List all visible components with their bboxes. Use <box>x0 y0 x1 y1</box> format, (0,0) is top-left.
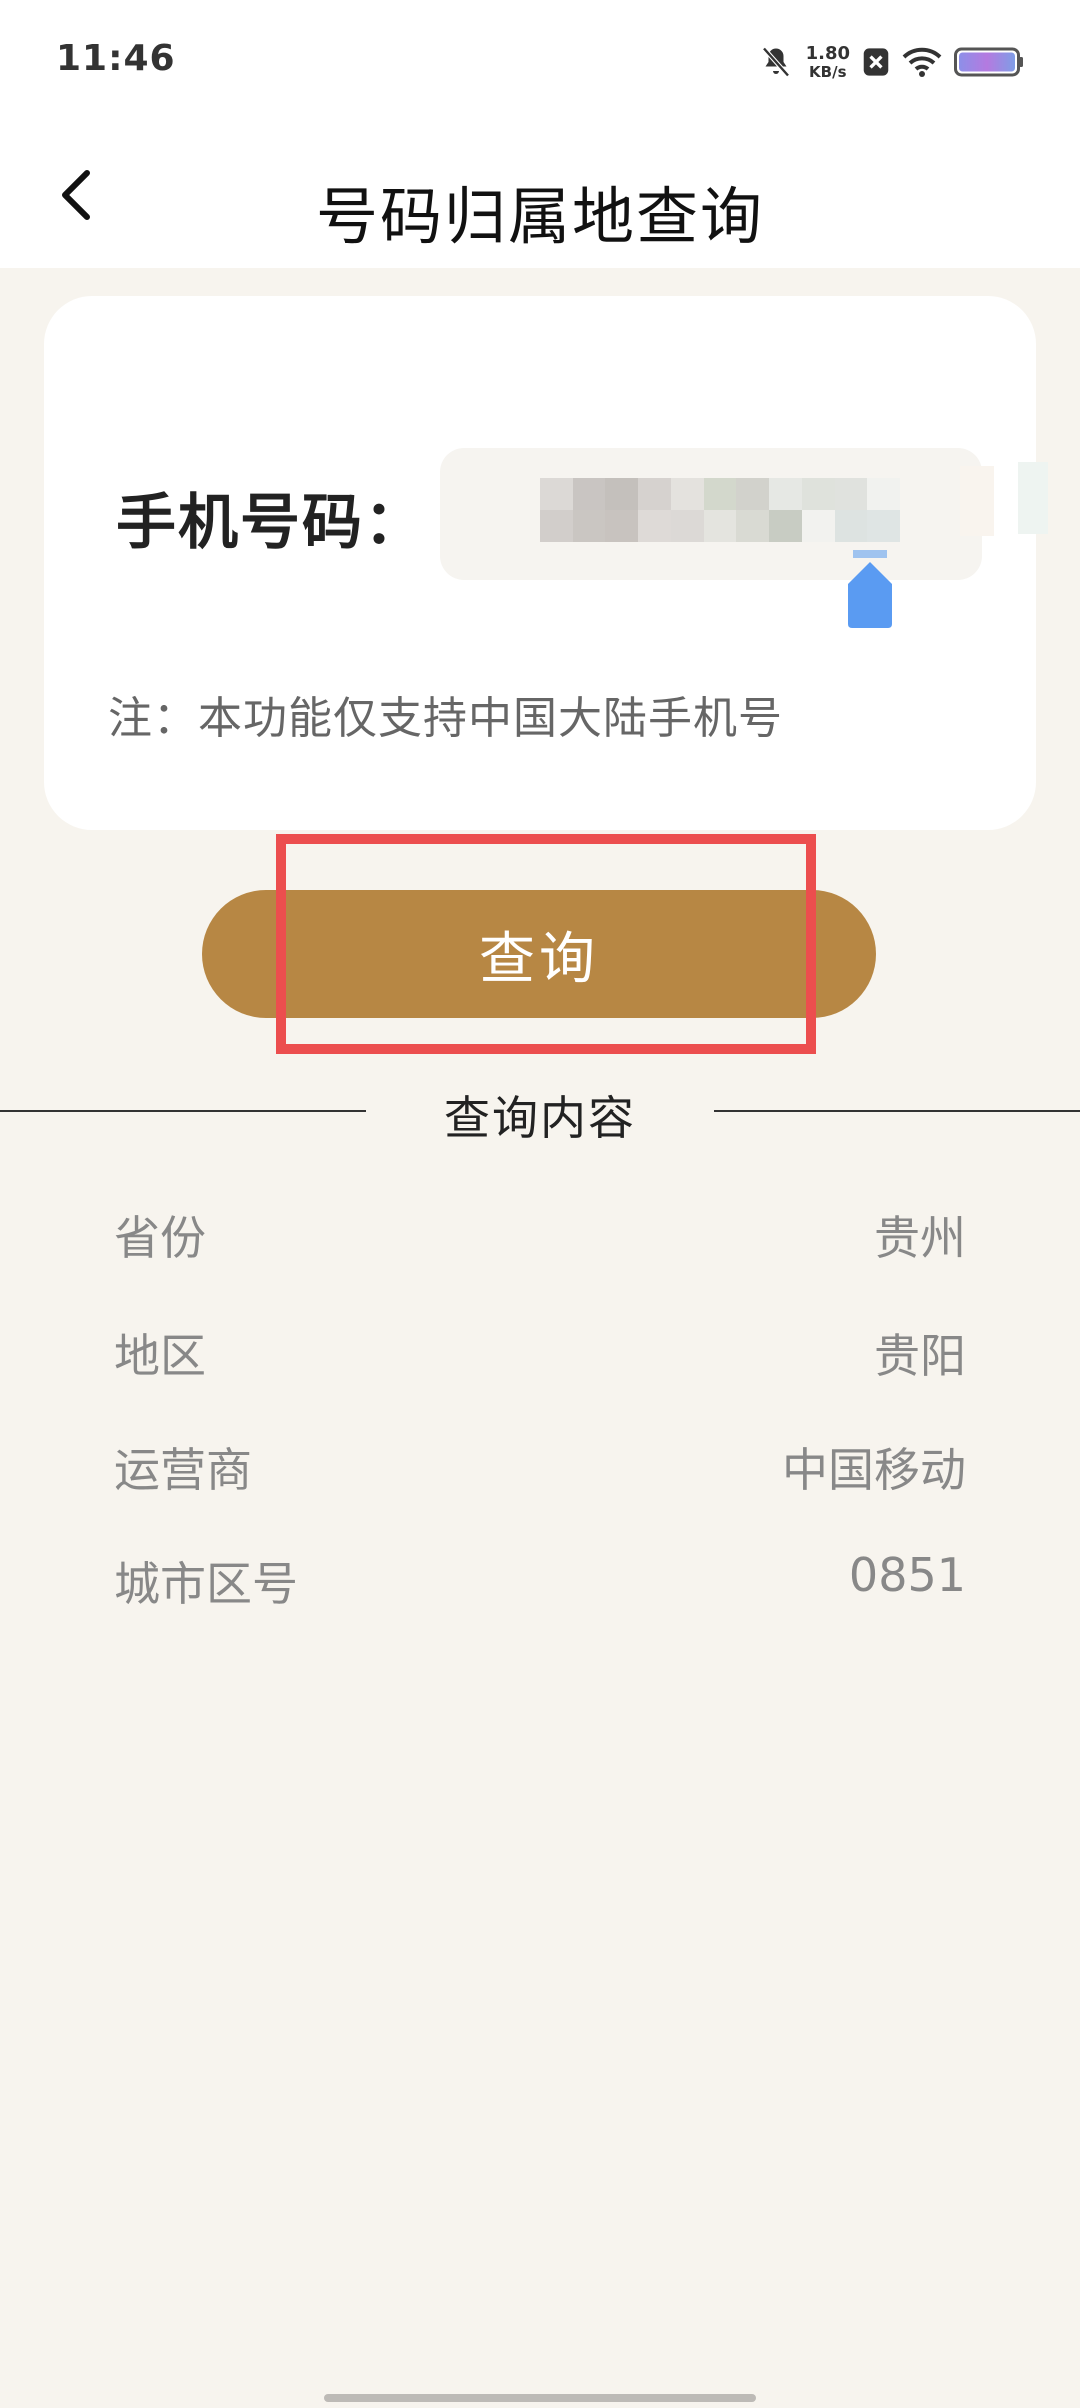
result-value: 0851 <box>848 1548 966 1602</box>
net-speed: 1.80 KB/s <box>805 42 850 81</box>
faint-artifact <box>960 466 994 536</box>
result-row-province: 省份 贵州 <box>114 1202 966 1272</box>
mute-bell-icon <box>761 47 790 77</box>
result-row-carrier: 运营商 中国移动 <box>114 1434 966 1504</box>
status-time: 11:46 <box>56 38 176 79</box>
result-row-area-code: 城市区号 0851 <box>114 1548 966 1618</box>
page-title: 号码归属地查询 <box>315 180 764 253</box>
result-value: 贵阳 <box>874 1329 966 1383</box>
result-label: 运营商 <box>114 1443 252 1497</box>
status-bar: 11:46 1.80 KB/s <box>0 0 1080 120</box>
result-row-region: 地区 贵阳 <box>114 1320 966 1390</box>
home-indicator[interactable] <box>324 2394 756 2402</box>
wifi-icon <box>902 47 942 77</box>
result-label: 地区 <box>114 1329 206 1383</box>
query-button[interactable]: 查询 <box>202 890 876 1018</box>
battery-icon <box>954 47 1023 77</box>
net-speed-value: 1.80 <box>805 42 850 64</box>
screen: 11:46 1.80 KB/s 号码归属地查询 手机号码： 注：本功能仅支持中国… <box>0 0 1080 2408</box>
support-note: 注：本功能仅支持中国大陆手机号 <box>108 693 783 744</box>
phone-input[interactable] <box>440 448 982 580</box>
app-header: 号码归属地查询 <box>0 120 1080 268</box>
result-label: 省份 <box>114 1211 206 1265</box>
net-speed-unit: KB/s <box>809 62 847 81</box>
phone-label: 手机号码： <box>116 488 426 558</box>
status-icons: 1.80 KB/s <box>758 38 1024 86</box>
sim-disabled-icon <box>863 48 889 76</box>
phone-input-box <box>440 448 982 628</box>
input-card: 手机号码： 注：本功能仅支持中国大陆手机号 <box>44 296 1048 830</box>
result-value: 贵州 <box>874 1211 966 1265</box>
result-value: 中国移动 <box>782 1443 966 1497</box>
faint-artifact <box>1018 462 1048 534</box>
result-label: 城市区号 <box>114 1557 298 1611</box>
section-title: 查询内容 <box>444 1091 636 1145</box>
divider-line-right <box>714 1110 1080 1112</box>
